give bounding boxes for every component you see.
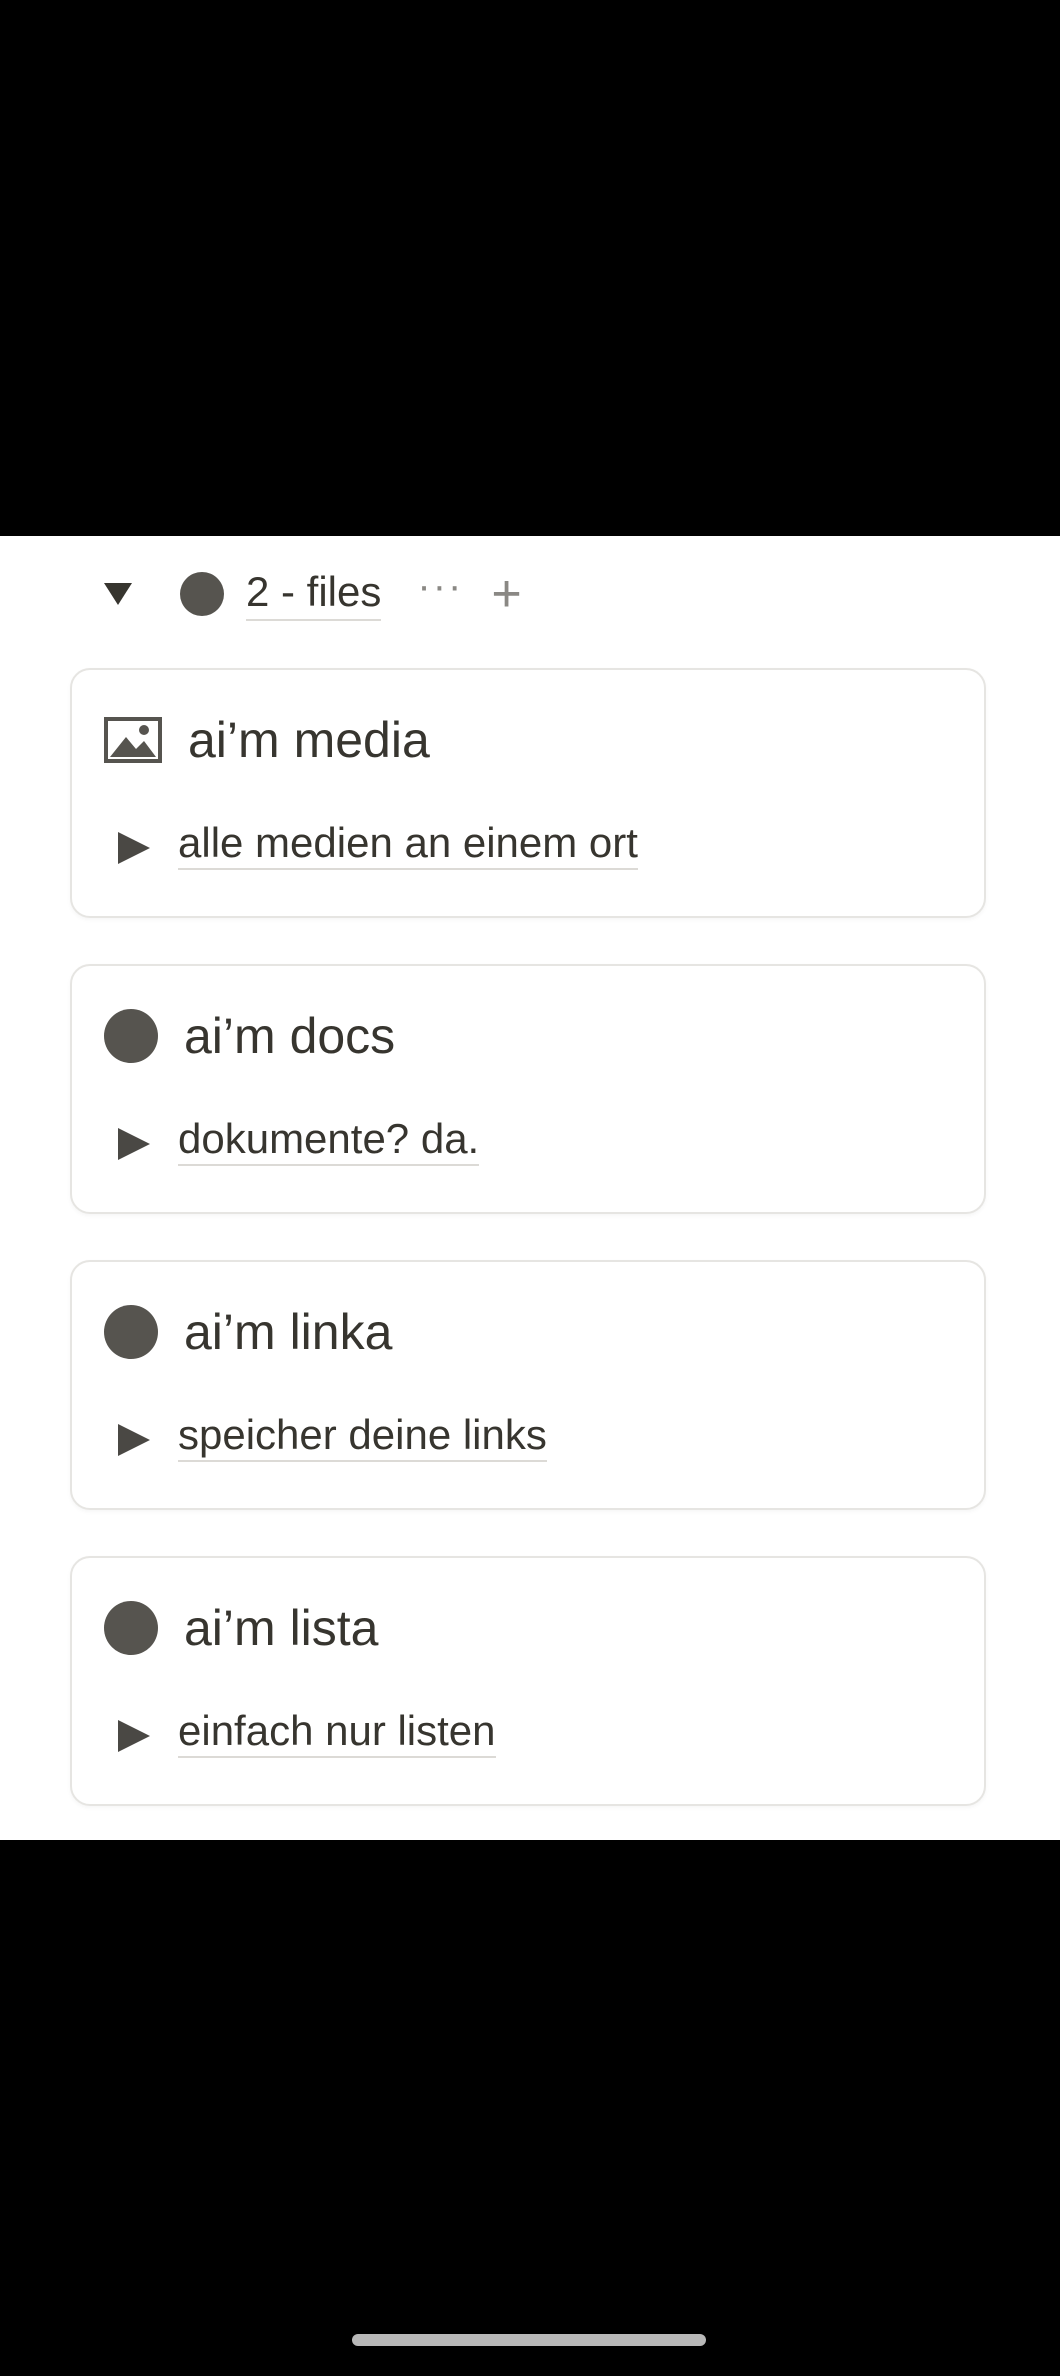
card-docs[interactable]: ai’m docs dokumente? da. [70, 964, 986, 1214]
screen: 2 - files ··· + ai’m media alle medien a… [0, 0, 1060, 2376]
card-title[interactable]: ai’m docs [184, 1006, 395, 1066]
more-options-icon[interactable]: ··· [417, 566, 463, 606]
card-description[interactable]: speicher deine links [178, 1410, 547, 1462]
expand-toggle-icon[interactable] [118, 832, 150, 864]
card-title[interactable]: ai’m linka [184, 1302, 392, 1362]
card-subitem: dokumente? da. [118, 1114, 480, 1166]
expand-toggle-icon[interactable] [118, 1424, 150, 1456]
card-header: ai’m docs [104, 1006, 395, 1066]
collapse-toggle-icon[interactable] [104, 583, 132, 605]
circle-icon [104, 1009, 158, 1063]
card-description[interactable]: einfach nur listen [178, 1706, 496, 1758]
circle-icon [104, 1601, 158, 1655]
card-title[interactable]: ai’m lista [184, 1598, 378, 1658]
group-title[interactable]: 2 - files [246, 567, 382, 621]
card-subitem: alle medien an einem ort [118, 818, 638, 870]
card-header: ai’m lista [104, 1598, 378, 1658]
card-description[interactable]: alle medien an einem ort [178, 818, 638, 870]
card-header: ai’m media [104, 710, 430, 770]
image-icon [104, 717, 162, 763]
card-media[interactable]: ai’m media alle medien an einem ort [70, 668, 986, 918]
home-indicator[interactable] [352, 2334, 706, 2346]
expand-toggle-icon[interactable] [118, 1720, 150, 1752]
files-page: 2 - files ··· + ai’m media alle medien a… [0, 536, 1060, 1840]
card-subitem: speicher deine links [118, 1410, 547, 1462]
card-title[interactable]: ai’m media [188, 710, 430, 770]
card-description[interactable]: dokumente? da. [178, 1114, 480, 1166]
expand-toggle-icon[interactable] [118, 1128, 150, 1160]
group-circle-icon [180, 572, 224, 616]
card-lista[interactable]: ai’m lista einfach nur listen [70, 1556, 986, 1806]
group-header: 2 - files ··· + [100, 566, 522, 622]
card-linka[interactable]: ai’m linka speicher deine links [70, 1260, 986, 1510]
card-header: ai’m linka [104, 1302, 392, 1362]
add-icon[interactable]: + [491, 568, 521, 620]
circle-icon [104, 1305, 158, 1359]
card-subitem: einfach nur listen [118, 1706, 496, 1758]
